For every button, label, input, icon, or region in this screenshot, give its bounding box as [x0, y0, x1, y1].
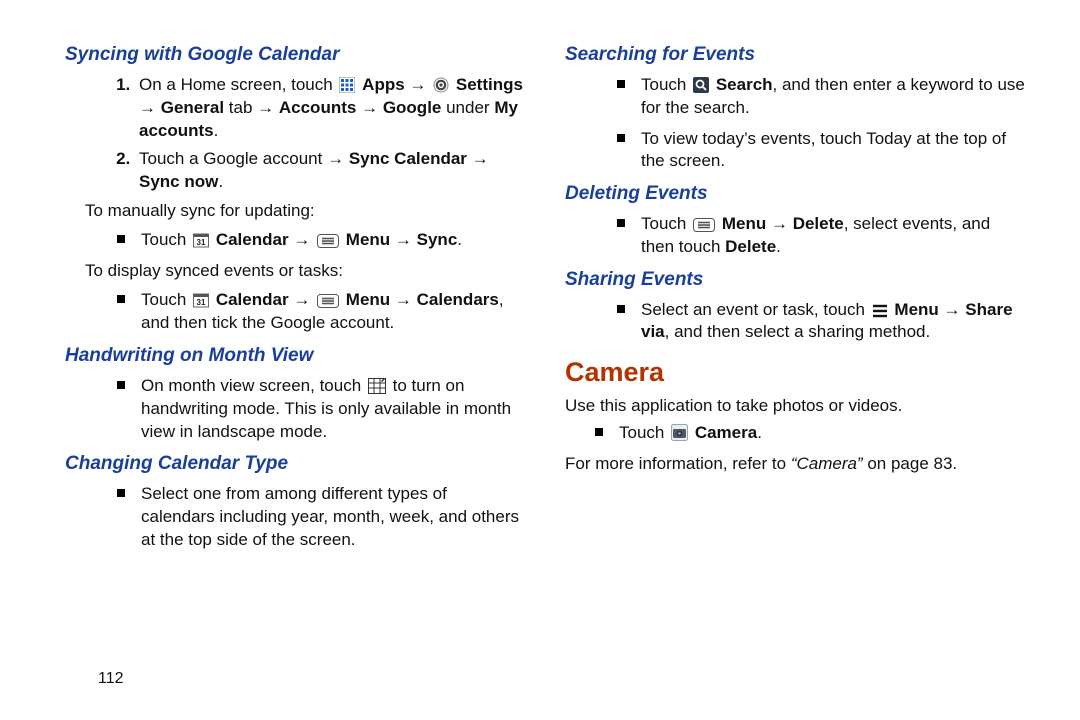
right-column: Searching for Events Touch Search, and t… — [565, 40, 1025, 560]
arrow-icon: → — [409, 75, 426, 94]
arrow-icon: → — [395, 230, 412, 249]
text: For more information, refer to — [565, 454, 791, 473]
heading-camera: Camera — [565, 354, 1025, 390]
label: Accounts — [279, 98, 356, 117]
label: Menu — [722, 214, 766, 233]
arrow-icon: → — [361, 98, 378, 117]
handwriting-list: On month view screen, touch to turn on h… — [65, 375, 525, 444]
heading-deleting: Deleting Events — [565, 181, 1025, 207]
label: General — [161, 98, 224, 117]
label: Menu — [346, 230, 390, 249]
label: Search — [716, 75, 773, 94]
arrow-icon: → — [293, 230, 310, 249]
svg-text:31: 31 — [197, 238, 206, 247]
menu-softkey-icon — [317, 294, 339, 308]
apps-grid-icon — [339, 77, 355, 93]
label: Sync Calendar — [349, 149, 467, 168]
arrow-icon: → — [395, 290, 412, 309]
menu-softkey-icon — [317, 234, 339, 248]
label: Camera — [695, 423, 757, 442]
reference-title: “Camera” — [791, 454, 863, 473]
label: Menu — [346, 290, 390, 309]
settings-gear-icon — [433, 77, 449, 93]
handwriting-grid-icon — [368, 378, 386, 394]
text: On month view screen, touch — [141, 376, 366, 395]
arrow-icon: → — [771, 214, 788, 233]
label: Settings — [456, 75, 523, 94]
label: Calendars — [417, 290, 499, 309]
list-item: Touch Menu → Delete, select events, and … — [617, 213, 1025, 259]
arrow-icon: → — [257, 98, 274, 117]
list-item: On month view screen, touch to turn on h… — [117, 375, 525, 444]
deleting-list: Touch Menu → Delete, select events, and … — [565, 213, 1025, 259]
label: Calendar — [216, 290, 289, 309]
label: Delete — [725, 237, 776, 256]
arrow-icon: → — [944, 300, 961, 319]
text: Select an event or task, touch — [641, 300, 870, 319]
text: Touch a Google account — [139, 149, 327, 168]
menu-softkey-icon — [693, 218, 715, 232]
display-synced-list: Touch 31 Calendar → Menu → Calendars, an… — [65, 289, 525, 335]
sync-steps: On a Home screen, touch Apps → Settings … — [65, 74, 525, 195]
heading-sharing: Sharing Events — [565, 267, 1025, 293]
left-column: Syncing with Google Calendar On a Home s… — [65, 40, 525, 560]
text: under — [441, 98, 494, 117]
text: Touch — [641, 75, 691, 94]
sync-step-2: Touch a Google account → Sync Calendar →… — [135, 148, 525, 194]
text: Touch — [141, 230, 191, 249]
searching-list: Touch Search, and then enter a keyword t… — [565, 74, 1025, 174]
sync-step-1: On a Home screen, touch Apps → Settings … — [135, 74, 525, 143]
arrow-icon: → — [139, 98, 156, 117]
heading-handwriting: Handwriting on Month View — [65, 343, 525, 369]
list-item: Touch 31 Calendar → Menu → Calendars, an… — [117, 289, 525, 335]
camera-app-icon — [671, 424, 688, 441]
list-item: Select an event or task, touch Menu → Sh… — [617, 299, 1025, 345]
sharing-list: Select an event or task, touch Menu → Sh… — [565, 299, 1025, 345]
page-number: 112 — [98, 668, 124, 690]
calendar-31-icon: 31 — [193, 232, 209, 248]
svg-text:31: 31 — [197, 298, 206, 307]
list-item: Touch Search, and then enter a keyword t… — [617, 74, 1025, 120]
text: tab — [224, 98, 257, 117]
label: Sync — [417, 230, 458, 249]
label: Sync now — [139, 172, 218, 191]
camera-list: Touch Camera. — [565, 422, 1025, 445]
search-magnifier-icon — [693, 77, 709, 93]
changing-type-list: Select one from among different types of… — [65, 483, 525, 552]
text: On a Home screen, touch — [139, 75, 337, 94]
label: Google — [383, 98, 442, 117]
list-item: Select one from among different types of… — [117, 483, 525, 552]
manual-sync-list: Touch 31 Calendar → Menu → Sync. — [65, 229, 525, 252]
text: , and then select a sharing method. — [665, 322, 931, 341]
manual-sync-intro: To manually sync for updating: — [85, 200, 525, 223]
list-item: Touch Camera. — [595, 422, 1025, 445]
arrow-icon: → — [293, 290, 310, 309]
heading-changing-type: Changing Calendar Type — [65, 451, 525, 477]
label: Menu — [894, 300, 938, 319]
camera-intro: Use this application to take photos or v… — [565, 395, 1025, 418]
camera-more-info: For more information, refer to “Camera” … — [565, 453, 1025, 476]
heading-syncing: Syncing with Google Calendar — [65, 42, 525, 68]
text: Touch — [141, 290, 191, 309]
heading-searching: Searching for Events — [565, 42, 1025, 68]
label: Calendar — [216, 230, 289, 249]
list-item: Touch 31 Calendar → Menu → Sync. — [117, 229, 525, 252]
arrow-icon: → — [472, 149, 489, 168]
text: Touch — [619, 423, 669, 442]
calendar-31-icon: 31 — [193, 292, 209, 308]
text: Touch — [641, 214, 691, 233]
list-item: To view today’s events, touch Today at t… — [617, 128, 1025, 174]
menu-hamburger-icon — [872, 304, 888, 318]
arrow-icon: → — [327, 149, 344, 168]
label: Apps — [362, 75, 405, 94]
label: Delete — [793, 214, 844, 233]
display-synced-intro: To display synced events or tasks: — [85, 260, 525, 283]
manual-page: Syncing with Google Calendar On a Home s… — [0, 0, 1080, 560]
text: on page 83. — [863, 454, 958, 473]
